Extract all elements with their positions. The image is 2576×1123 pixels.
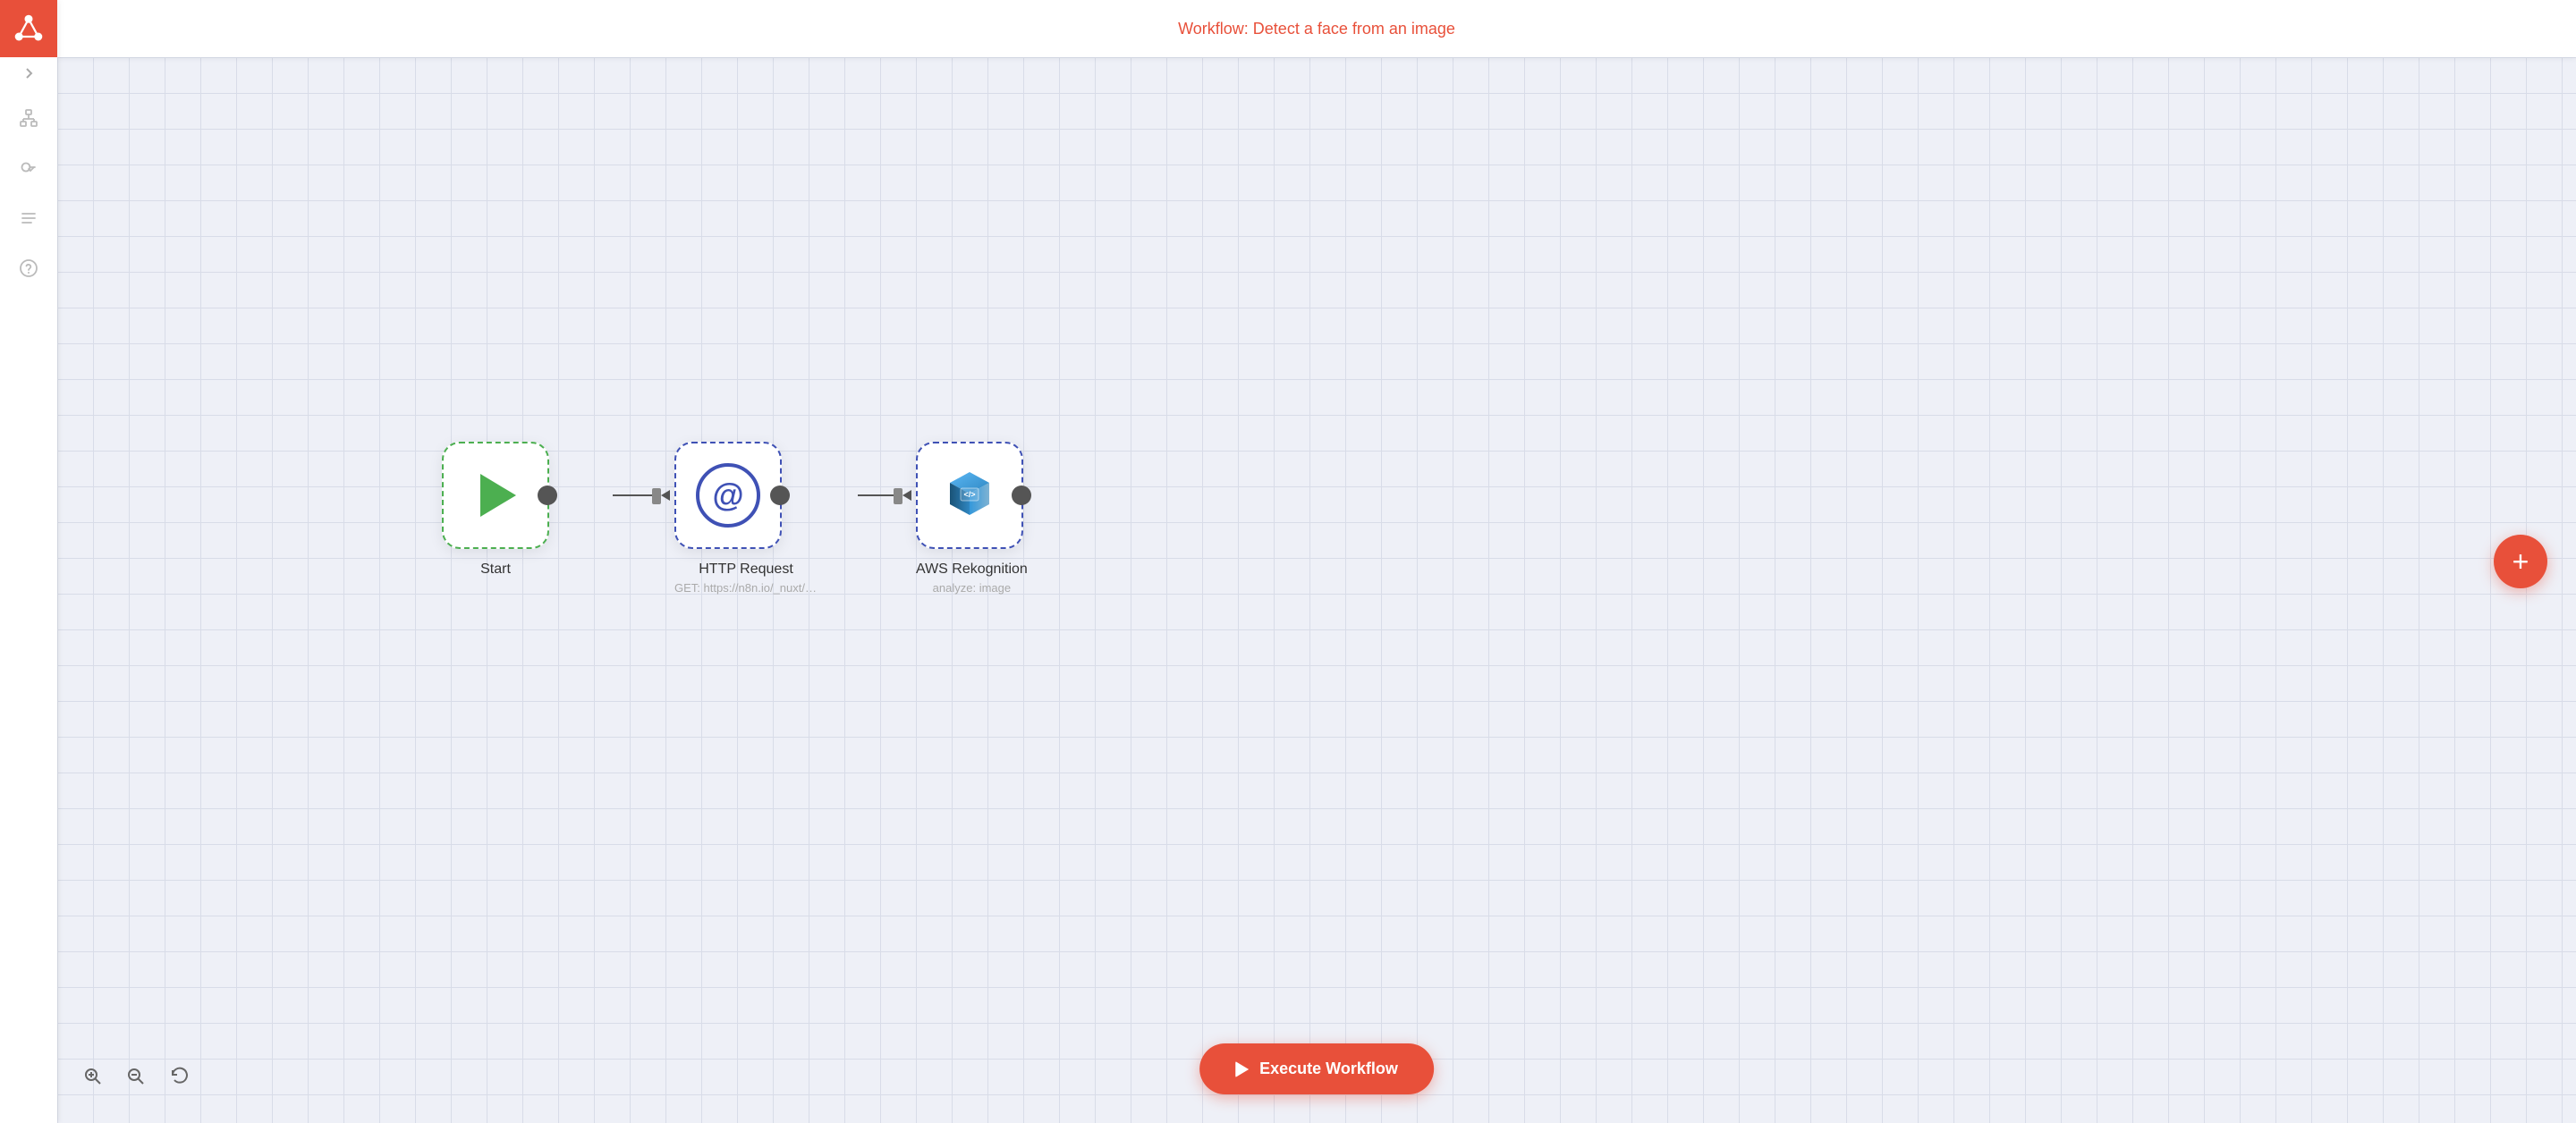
aws-node-sublabel: analyze: image — [916, 581, 1028, 595]
aws-output-dot — [1012, 486, 1031, 505]
sidebar-item-help[interactable] — [7, 247, 50, 290]
reset-zoom-button[interactable] — [161, 1059, 197, 1094]
workflow-label: Workflow: — [1178, 20, 1249, 38]
execute-workflow-button[interactable]: Execute Workflow — [1199, 1043, 1434, 1094]
sidebar-collapse-button[interactable] — [0, 57, 57, 89]
http-node-wrapper: @ HTTP Request GET: https://n8n.io/_nuxt… — [674, 442, 818, 595]
svg-text:</>: </> — [963, 490, 975, 499]
aws-node-label: AWS Rekognition — [916, 562, 1028, 578]
bottom-toolbar — [57, 1059, 215, 1094]
add-icon: + — [2512, 545, 2529, 578]
at-icon: @ — [696, 463, 760, 528]
aws-node-wrapper: </> AWS Rekognition analyze: image — [916, 442, 1028, 595]
add-node-button[interactable]: + — [2494, 535, 2547, 588]
sidebar-item-executions[interactable] — [7, 197, 50, 240]
start-node-label: Start — [442, 562, 549, 578]
execute-play-icon — [1235, 1061, 1249, 1077]
http-output-dot — [770, 486, 790, 505]
http-node-sublabel: GET: https://n8n.io/_nuxt/img/0... — [674, 581, 818, 595]
header-title: Workflow: Detect a face from an image — [1178, 20, 1455, 38]
aws-rekognition-node[interactable]: </> — [916, 442, 1023, 549]
sidebar — [0, 0, 57, 1123]
connector-svg — [57, 57, 2576, 1123]
sidebar-item-networks[interactable] — [7, 97, 50, 139]
zoom-in-button[interactable] — [75, 1059, 111, 1094]
start-node[interactable] — [442, 442, 549, 549]
sidebar-item-credentials[interactable] — [7, 147, 50, 190]
workflow-name: Detect a face from an image — [1253, 20, 1455, 38]
http-node-label: HTTP Request — [674, 562, 818, 578]
workflow-canvas: Start @ HTTP Request GET: https://n8n.io… — [57, 57, 2576, 1123]
http-request-node[interactable]: @ — [674, 442, 782, 549]
header: Workflow: Detect a face from an image — [57, 0, 2576, 57]
aws-cube-icon: </> — [943, 469, 996, 522]
play-icon — [480, 474, 516, 517]
zoom-out-button[interactable] — [118, 1059, 154, 1094]
sidebar-nav — [7, 97, 50, 1123]
execute-button-label: Execute Workflow — [1259, 1060, 1398, 1078]
sidebar-logo[interactable] — [0, 0, 57, 57]
start-output-dot — [538, 486, 557, 505]
start-node-wrapper: Start — [442, 442, 549, 578]
